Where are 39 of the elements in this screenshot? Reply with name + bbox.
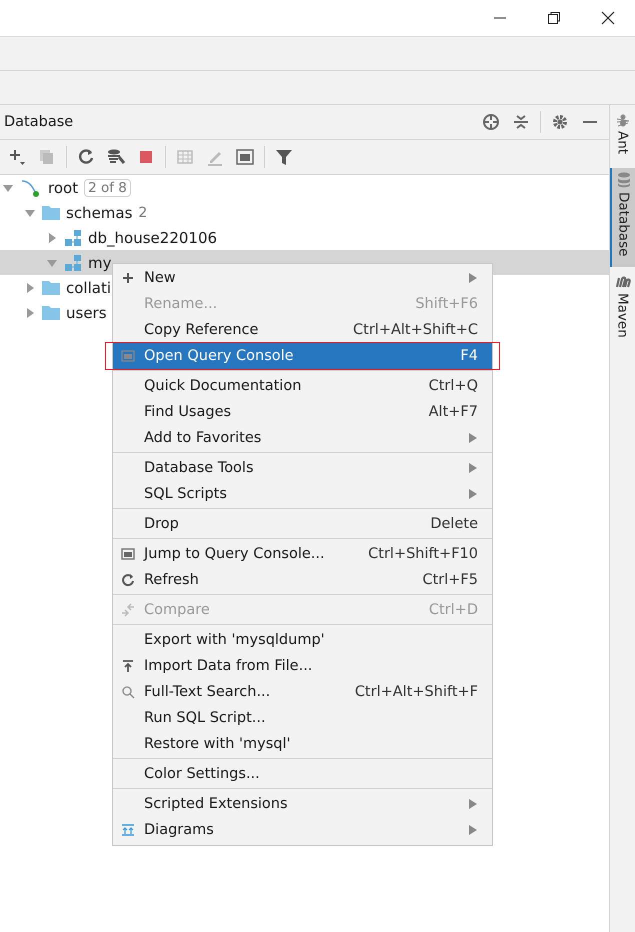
- node-label: db_house220106: [88, 228, 218, 246]
- menu-label: Full-Text Search...: [143, 684, 272, 700]
- shortcut-label: Alt+F7: [428, 404, 478, 420]
- node-label: collati: [66, 278, 111, 296]
- shortcut-label: Ctrl+Q: [428, 378, 478, 394]
- node-label: my: [88, 254, 112, 272]
- child-count: 2: [138, 204, 148, 220]
- menu-label: Export with 'mysqldump': [143, 632, 326, 648]
- menu-label: Drop: [143, 516, 180, 532]
- menu-label: Open Query Console: [143, 348, 295, 364]
- menu-label: Run SQL Script...: [143, 710, 267, 726]
- shortcut-label: Ctrl+Shift+F10: [368, 546, 478, 562]
- menu-label: Refresh: [143, 572, 200, 588]
- menu-label: Quick Documentation: [143, 378, 302, 394]
- menu-label: Database Tools: [143, 460, 255, 476]
- menu-label: Scripted Extensions: [143, 796, 289, 812]
- menu-label: Import Data from File...: [143, 658, 314, 674]
- menu-label: Color Settings...: [143, 766, 261, 782]
- node-label: users: [66, 304, 107, 322]
- menu-label: Find Usages: [143, 404, 232, 420]
- menu-label: Diagrams: [143, 822, 215, 838]
- shortcut-label: F4: [460, 348, 478, 364]
- panel-title: Database: [4, 114, 74, 130]
- menu-label: Restore with 'mysql': [143, 736, 292, 752]
- node-label: root: [48, 178, 78, 196]
- shortcut-label: Ctrl+D: [428, 602, 478, 618]
- menu-label: Compare: [143, 602, 211, 618]
- node-label: schemas: [66, 204, 132, 222]
- shortcut-label: Ctrl+Alt+Shift+F: [354, 684, 478, 700]
- menu-label: Jump to Query Console...: [142, 546, 326, 562]
- shortcut-label: Delete: [430, 516, 478, 532]
- shortcut-label: Ctrl+Alt+Shift+C: [353, 322, 478, 338]
- menu-label: Copy Reference: [143, 322, 260, 338]
- count-badge: 2 of 8: [84, 178, 131, 196]
- shortcut-label: Ctrl+F5: [422, 572, 478, 588]
- menu-label: Rename...: [143, 296, 218, 312]
- menu-label: Add to Favorites: [143, 430, 262, 446]
- menu-label: SQL Scripts: [143, 486, 228, 502]
- shortcut-label: Shift+F6: [415, 296, 478, 312]
